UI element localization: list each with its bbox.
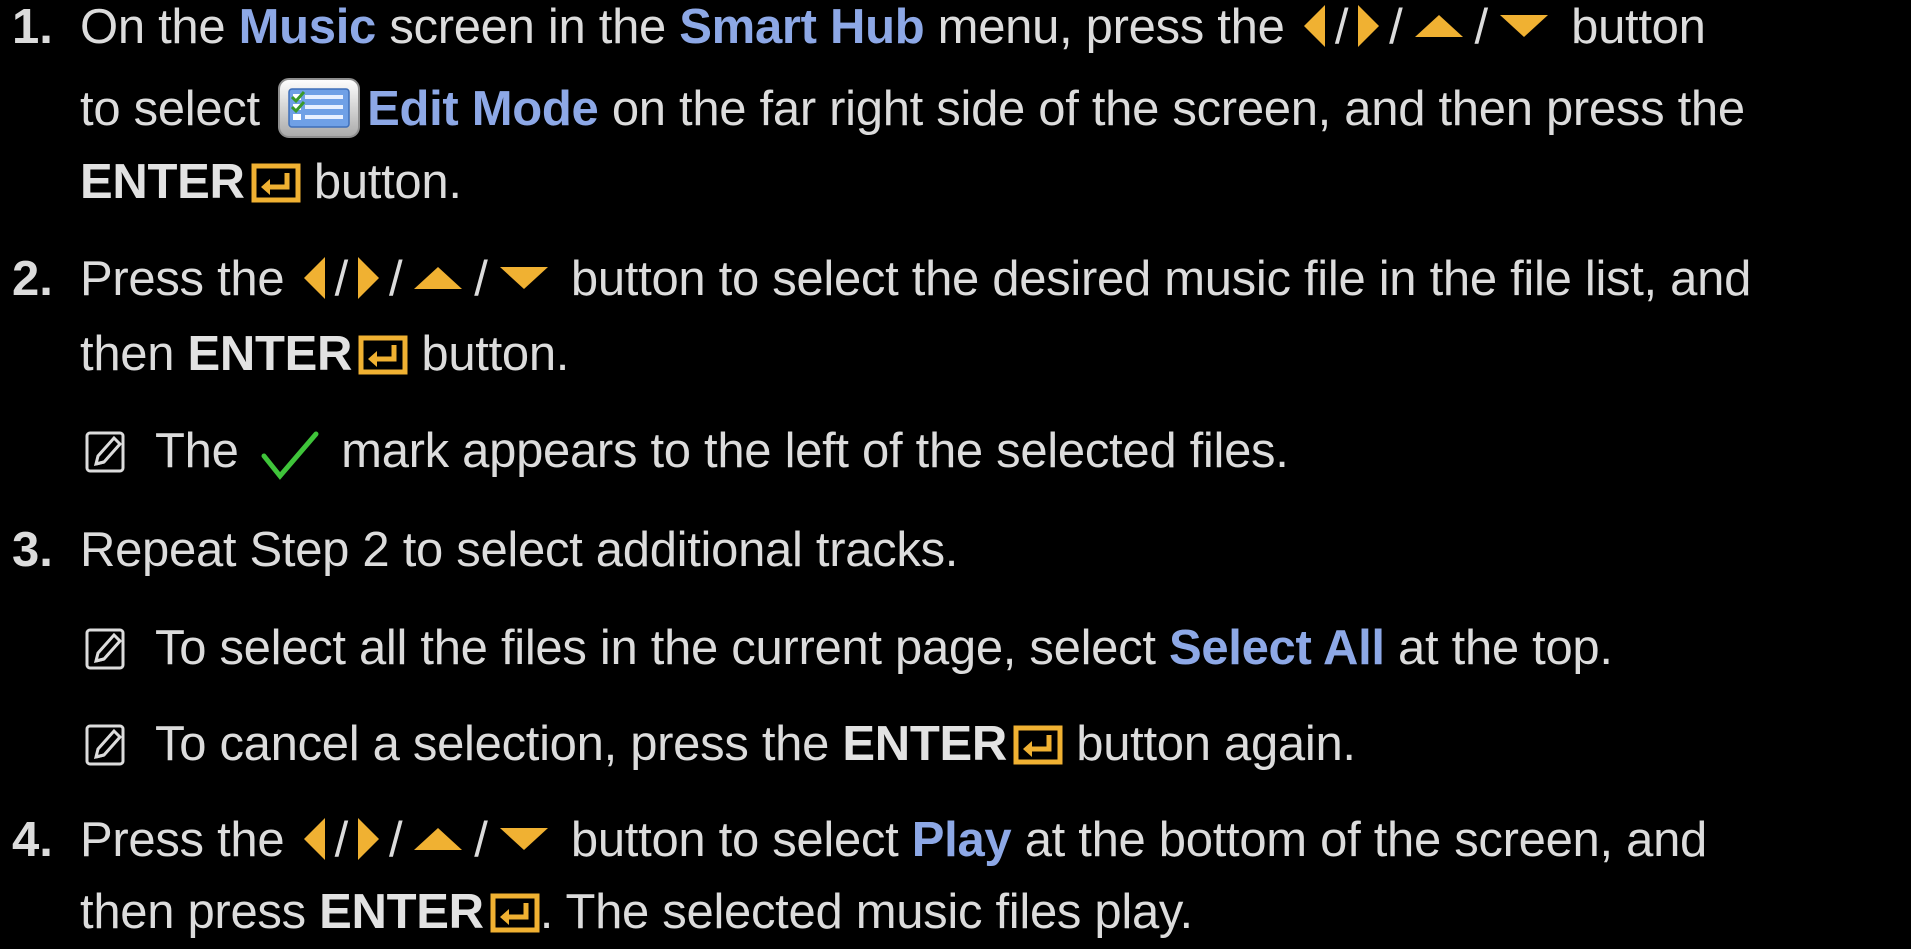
- separator: /: [1389, 0, 1403, 54]
- text: mark appears to the left of the selected…: [327, 424, 1289, 478]
- text: Press the: [80, 813, 298, 867]
- left-arrow-icon: [303, 257, 325, 300]
- text: then: [80, 327, 188, 381]
- step-1-number: 1.: [12, 0, 53, 54]
- separator: /: [1474, 0, 1489, 54]
- step-2-line-2: then ENTER button.: [80, 324, 569, 384]
- up-arrow-icon: [414, 828, 463, 851]
- separator: /: [1334, 0, 1349, 54]
- step-4-line-1: Press the / / / button to select Play at t…: [80, 810, 1707, 870]
- text: button.: [408, 327, 570, 381]
- text: button: [1557, 0, 1706, 54]
- note-icon: [84, 627, 128, 671]
- step-2-line-1: Press the / / / button to select the desir…: [80, 249, 1751, 309]
- separator: /: [388, 252, 403, 306]
- checkmark-icon: [260, 430, 320, 482]
- separator: /: [474, 813, 488, 867]
- up-arrow-icon: [414, 267, 463, 290]
- step-3-note-2: To cancel a selection, press the ENTER b…: [155, 714, 1356, 774]
- select-all-label: Select All: [1168, 621, 1385, 675]
- right-arrow-icon: [357, 257, 379, 300]
- text: screen in the: [376, 0, 680, 54]
- right-arrow-icon: [357, 818, 379, 861]
- instruction-page: 1. On the Music screen in the Smart Hub …: [0, 0, 1911, 940]
- enter-label: ENTER: [842, 717, 1007, 771]
- text: The: [155, 424, 252, 478]
- text: then press: [80, 885, 320, 939]
- text: button.: [300, 155, 462, 209]
- step-1-line-2: to select Edit Mode on the far right sid…: [80, 77, 1745, 143]
- separator: /: [334, 813, 349, 867]
- step-2-note: The mark appears to the left of the sele…: [155, 421, 1289, 481]
- enter-label: ENTER: [80, 155, 245, 209]
- text: To cancel a selection, press the: [155, 717, 843, 771]
- step-3-line-1: Repeat Step 2 to select additional track…: [80, 523, 959, 577]
- up-arrow-icon: [1414, 15, 1463, 38]
- enter-label: ENTER: [319, 885, 484, 939]
- separator: /: [334, 252, 349, 306]
- separator: /: [388, 813, 403, 867]
- text: button to select the desired music file …: [557, 252, 1752, 306]
- text: at the bottom of the screen, and: [1011, 813, 1708, 867]
- step-1-line-1: On the Music screen in the Smart Hub men…: [80, 0, 1706, 57]
- play-label: Play: [911, 813, 1012, 867]
- step-3-number: 3.: [12, 523, 53, 577]
- down-arrow-icon: [1499, 15, 1548, 38]
- enter-icon: [1013, 721, 1063, 765]
- separator: /: [474, 252, 488, 306]
- step-1-line-3: ENTER button.: [80, 152, 462, 212]
- note-icon: [84, 430, 128, 474]
- music-label: Music: [238, 0, 377, 54]
- text: . The selected music files play.: [539, 885, 1193, 939]
- down-arrow-icon: [499, 828, 548, 851]
- text: on the far right side of the screen, and…: [598, 82, 1745, 136]
- text: at the top.: [1384, 621, 1613, 675]
- step-4-line-2: then press ENTER . The selected music fi…: [80, 882, 1193, 942]
- right-arrow-icon: [1358, 5, 1380, 48]
- edit-mode-icon: [277, 77, 361, 139]
- text: menu, press the: [924, 0, 1298, 54]
- text: Press the: [80, 252, 298, 306]
- step-2-number: 2.: [12, 252, 53, 306]
- edit-mode-label: Edit Mode: [367, 82, 599, 136]
- enter-label: ENTER: [187, 327, 353, 381]
- left-arrow-icon: [1303, 5, 1325, 48]
- text: On the: [80, 0, 239, 54]
- enter-icon: [358, 331, 408, 375]
- enter-icon: [251, 159, 301, 203]
- step-3-note-1: To select all the files in the current p…: [155, 618, 1613, 678]
- enter-icon: [490, 889, 540, 933]
- down-arrow-icon: [499, 267, 548, 290]
- smart-hub-label: Smart Hub: [679, 0, 925, 54]
- step-4-number: 4.: [12, 813, 53, 867]
- text: To select all the files in the current p…: [155, 621, 1169, 675]
- text: button to select: [557, 813, 912, 867]
- text: to select: [80, 82, 274, 136]
- left-arrow-icon: [303, 818, 325, 861]
- text: button again.: [1062, 717, 1356, 771]
- note-icon: [84, 723, 128, 767]
